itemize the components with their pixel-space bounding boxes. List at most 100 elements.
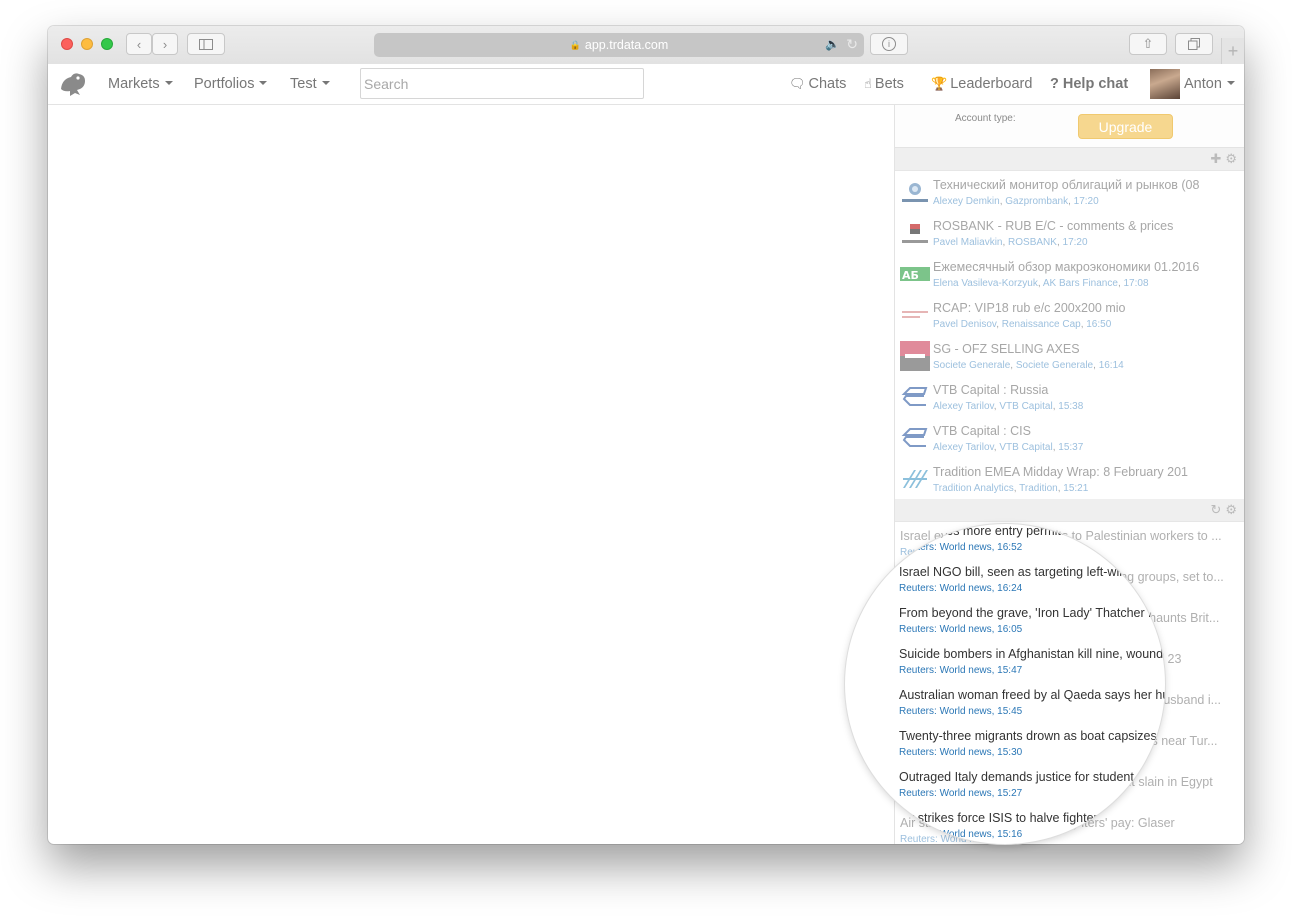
mail-meta: Tradition Analytics, Tradition, 15:21	[933, 483, 1089, 494]
mail-item[interactable]: Tradition EMEA Midday Wrap: 8 February 2…	[895, 458, 1244, 499]
bets-link[interactable]: ☝ Bets	[864, 76, 904, 92]
frog-logo-icon	[61, 73, 85, 96]
mail-title: Ежемесячный обзор макроэкономики 01.2016	[933, 260, 1200, 274]
user-menu[interactable]: Anton	[1184, 76, 1235, 92]
tradition-logo	[900, 464, 930, 494]
plus-icon: +	[1227, 40, 1239, 61]
mail-author[interactable]: Alexey Tarilov	[933, 442, 994, 453]
magnified-news-item[interactable]: From beyond the grave, 'Iron Lady' Thatc…	[894, 599, 1165, 640]
vtb-logo	[900, 423, 930, 453]
plus-icon[interactable]: ✚	[1210, 151, 1225, 166]
avatar[interactable]	[1150, 69, 1180, 99]
forward-button[interactable]: ›	[152, 33, 178, 55]
gears-icon[interactable]: ⚙	[1225, 502, 1241, 517]
mail-org[interactable]: ROSBANK	[1008, 237, 1057, 248]
new-tab-button[interactable]: +	[1221, 38, 1244, 64]
lock-icon: 🔒	[569, 39, 581, 50]
mail-org[interactable]: Tradition	[1019, 483, 1058, 494]
chat-icon: 🗨	[789, 76, 806, 91]
portfolios-menu[interactable]: Portfolios	[194, 76, 268, 92]
markets-menu-label: Markets	[108, 76, 160, 92]
mail-author[interactable]: Alexey Demkin	[933, 196, 1000, 207]
test-menu-label: Test	[290, 76, 317, 92]
leaderboard-link[interactable]: 🏆 Leaderboard	[931, 76, 1032, 92]
gears-icon[interactable]: ⚙	[1225, 151, 1241, 166]
mail-author[interactable]: Pavel Denisov	[933, 319, 996, 330]
mail-org[interactable]: Gazprombank	[1005, 196, 1068, 207]
mail-author[interactable]: Pavel Maliavkin	[933, 237, 1002, 248]
mail-author[interactable]: Alexey Tarilov	[933, 401, 994, 412]
app-logo[interactable]	[58, 69, 88, 104]
mail-item[interactable]: ROSBANK - RUB E/C - comments & prices Pav…	[895, 212, 1244, 253]
magnified-news-item[interactable]: Australian woman freed by al Qaeda says …	[894, 681, 1165, 722]
refresh-icon[interactable]: ↻	[1210, 502, 1225, 517]
mail-org[interactable]: Societe Generale	[1016, 360, 1093, 371]
user-name: Anton	[1184, 76, 1222, 92]
mail-author[interactable]: Tradition Analytics	[933, 483, 1014, 494]
magnified-news-item[interactable]: Outraged Italy demands justice for stude…	[894, 763, 1165, 804]
app-navbar: Markets Portfolios Test 🗨Chats ☝Bets 🏆Le…	[48, 64, 1244, 105]
news-meta: Reuters: World news, 16:05	[899, 624, 1023, 635]
magnified-news-item[interactable]: Twenty-three migrants drown as boat caps…	[894, 722, 1165, 763]
mail-title: ROSBANK - RUB E/C - comments & prices	[933, 219, 1174, 233]
test-menu[interactable]: Test	[290, 76, 330, 92]
close-window-button[interactable]	[61, 38, 73, 50]
portfolios-menu-label: Portfolios	[194, 76, 255, 92]
caret-down-icon	[259, 81, 268, 85]
mail-item[interactable]: RCAP: VIP18 rub e/c 200x200 mio Pavel Den…	[895, 294, 1244, 335]
chevron-left-icon: ‹	[136, 36, 142, 52]
news-section-header: ↻⚙	[895, 499, 1244, 522]
magnified-news-item[interactable]: Air strikes force ISIS to halve fighters…	[894, 804, 1165, 844]
societe-generale-logo	[900, 341, 930, 371]
speaker-icon[interactable]: 🔈	[825, 37, 840, 51]
address-bar[interactable]: 🔒 app.trdata.com 🔈 ↻	[374, 33, 864, 57]
minimize-window-button[interactable]	[81, 38, 93, 50]
chevron-right-icon: ›	[162, 36, 168, 52]
magnified-news-item[interactable]: Israel NGO bill, seen as targeting left-…	[894, 558, 1165, 599]
chats-label: Chats	[808, 76, 847, 92]
mail-title: RCAP: VIP18 rub e/c 200x200 mio	[933, 301, 1126, 315]
search-input[interactable]	[360, 68, 644, 99]
tabs-overview-button[interactable]	[1175, 33, 1213, 55]
news-title: Israel NGO bill, seen as targeting left-…	[899, 565, 1165, 579]
rosbank-logo	[900, 218, 930, 248]
mail-org[interactable]: VTB Capital	[999, 401, 1052, 412]
mail-item[interactable]: SG - OFZ SELLING AXES Societe Generale, S…	[895, 335, 1244, 376]
news-meta: Reuters: World news, 15:27	[899, 788, 1023, 799]
news-meta: Reuters: World news, 15:30	[899, 747, 1023, 758]
info-button[interactable]: i	[870, 33, 908, 55]
mail-title: Tradition EMEA Midday Wrap: 8 February 2…	[933, 465, 1188, 479]
mail-time: 17:20	[1062, 237, 1088, 248]
share-button[interactable]: ⇧	[1129, 33, 1167, 55]
magnified-news-item[interactable]: Suicide bombers in Afghanistan kill nine…	[894, 640, 1165, 681]
mail-item[interactable]: VTB Capital : Russia Alexey Tarilov, VTB …	[895, 376, 1244, 417]
upgrade-button[interactable]: Upgrade	[1078, 114, 1173, 139]
news-meta: Reuters: World news, 16:52	[899, 542, 1023, 553]
mail-item[interactable]: АБ Ежемесячный обзор макроэкономики 01.20…	[895, 253, 1244, 294]
chats-link[interactable]: 🗨 Chats	[789, 76, 846, 92]
zoom-window-button[interactable]	[101, 38, 113, 50]
mail-author[interactable]: Societe Generale	[933, 360, 1010, 371]
reload-icon[interactable]: ↻	[846, 36, 858, 53]
mail-org[interactable]: VTB Capital	[999, 442, 1052, 453]
help-chat-link[interactable]: ? Help chat	[1050, 76, 1128, 92]
mail-org[interactable]: Renaissance Cap	[1002, 319, 1081, 330]
mail-title: VTB Capital : Russia	[933, 383, 1049, 397]
leaderboard-label: Leaderboard	[950, 76, 1033, 92]
mail-org[interactable]: AK Bars Finance	[1043, 278, 1118, 289]
mail-title: SG - OFZ SELLING AXES	[933, 342, 1080, 356]
sidebar-toggle-button[interactable]	[187, 33, 225, 55]
magnified-news-item[interactable]: Israel eyes more entry permits to Palest…	[894, 524, 1165, 558]
back-button[interactable]: ‹	[126, 33, 152, 55]
vtb-logo	[900, 382, 930, 412]
news-meta: Reuters: World news, 15:47	[899, 665, 1023, 676]
news-title: Israel eyes more entry permits to Palest…	[899, 524, 1165, 538]
mail-time: 15:37	[1058, 442, 1084, 453]
mail-item[interactable]: VTB Capital : CIS Alexey Tarilov, VTB Cap…	[895, 417, 1244, 458]
mail-meta: Pavel Denisov, Renaissance Cap, 16:50	[933, 319, 1112, 330]
mail-author[interactable]: Elena Vasileva-Korzyuk	[933, 278, 1038, 289]
markets-menu[interactable]: Markets	[108, 76, 173, 92]
svg-text:АБ: АБ	[902, 269, 919, 282]
mail-meta: Alexey Demkin, Gazprombank, 17:20	[933, 196, 1099, 207]
mail-item[interactable]: Технический монитор облигаций и рынков (…	[895, 171, 1244, 212]
